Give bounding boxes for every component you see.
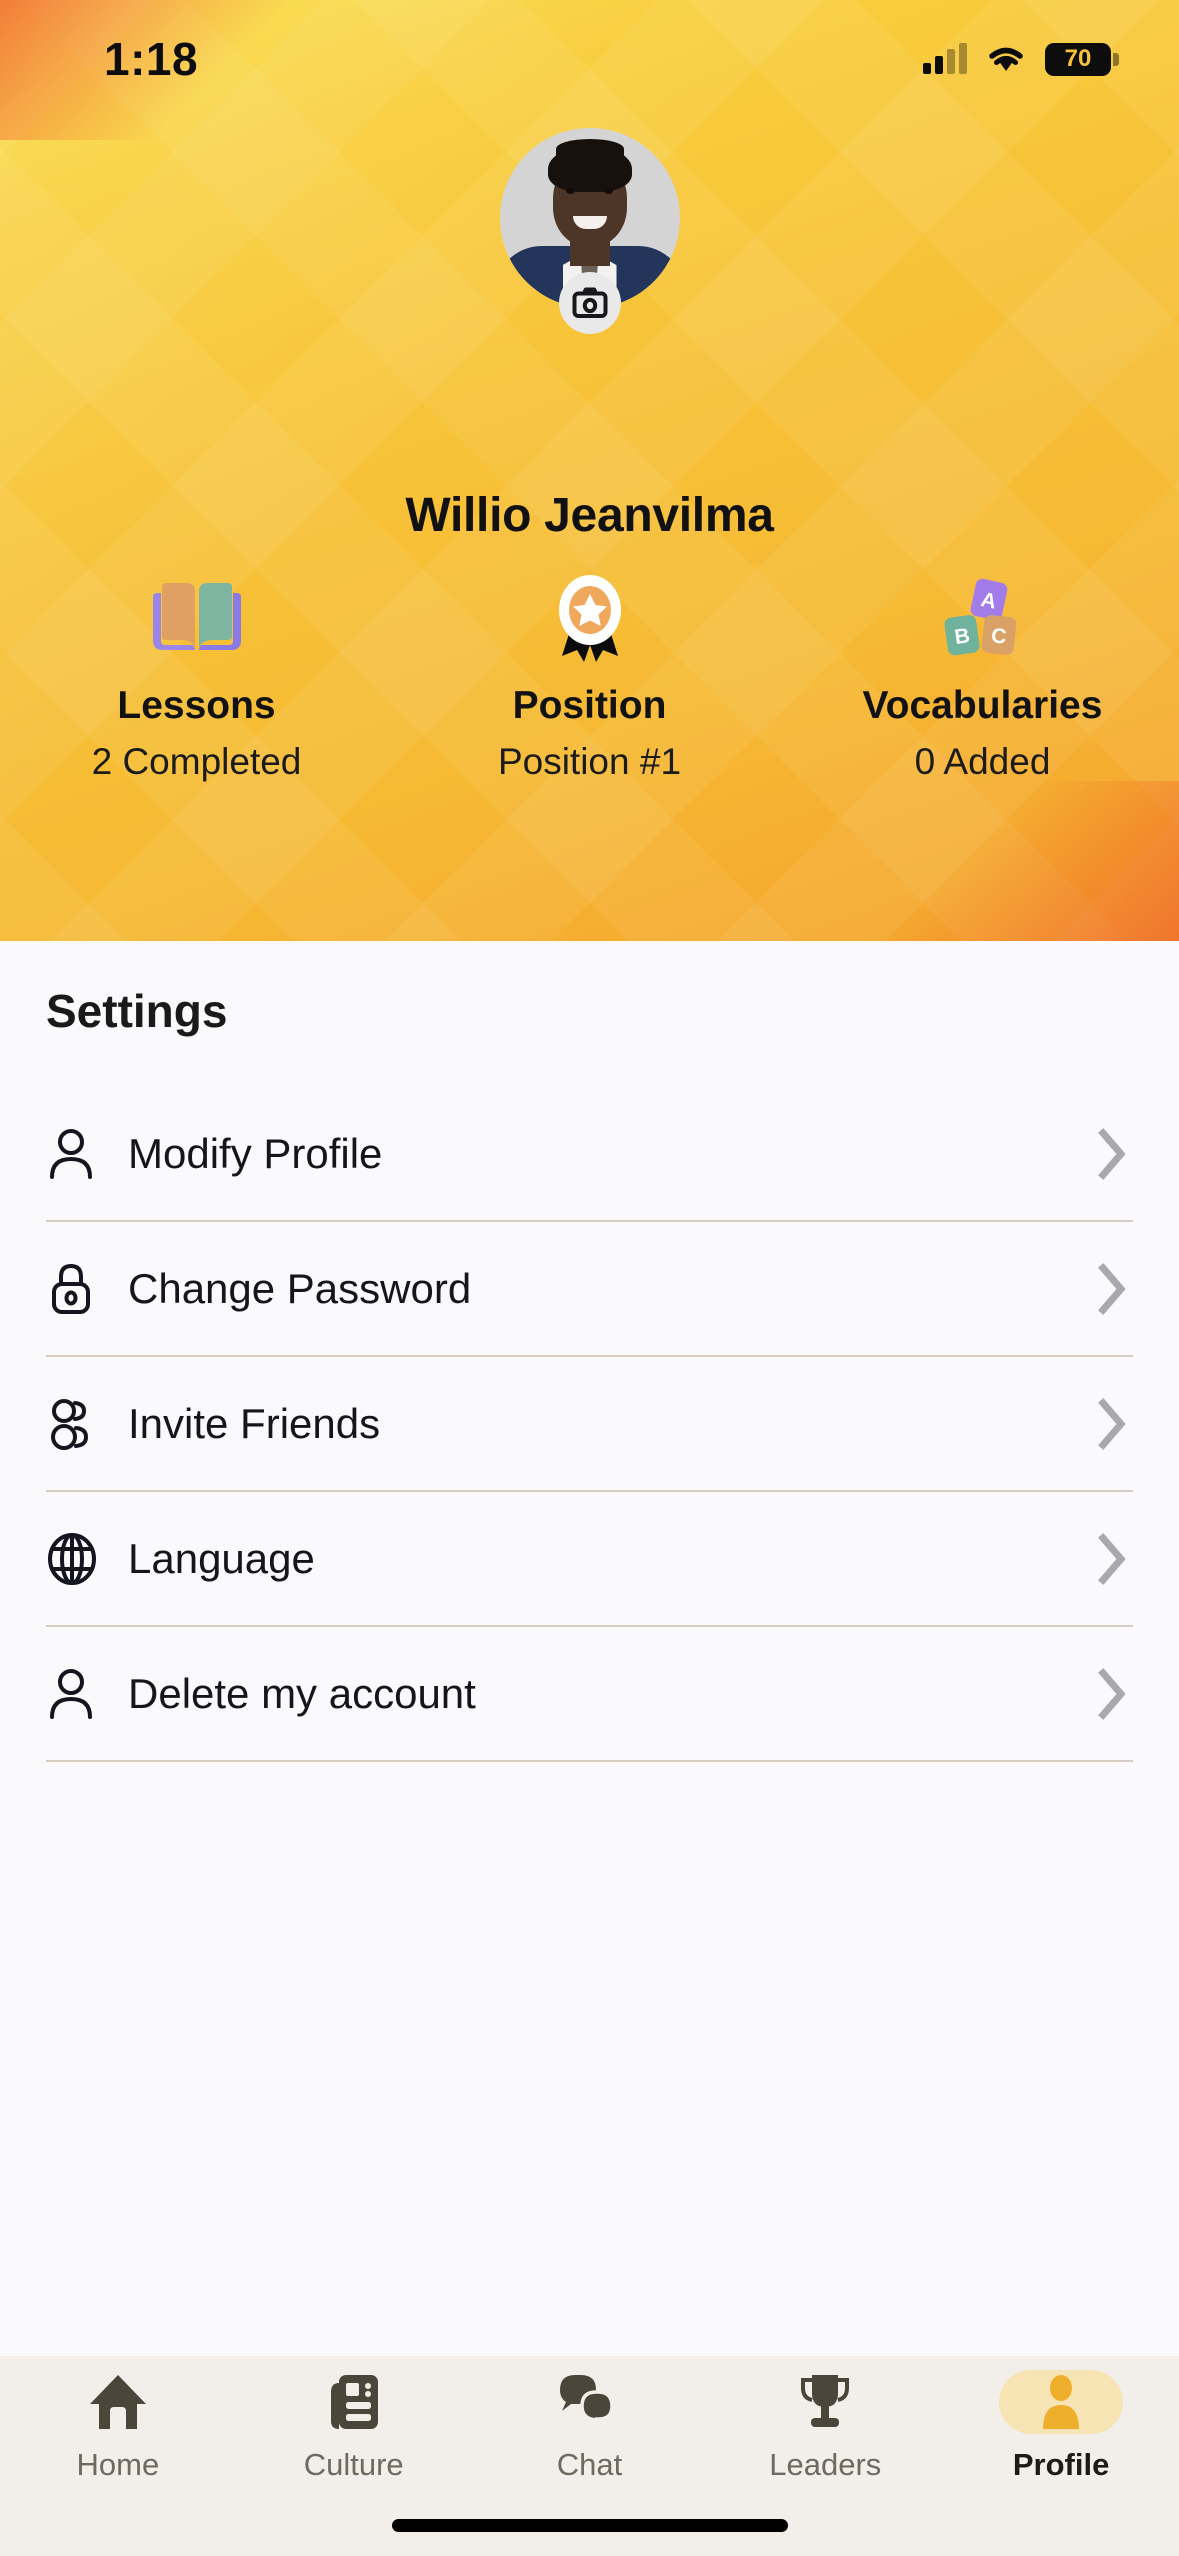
chat-bubbles-icon — [560, 2375, 615, 2429]
tab-profile[interactable]: Profile — [943, 2370, 1179, 2508]
status-bar: 1:18 70 — [0, 0, 1179, 118]
stat-label: Lessons — [117, 684, 276, 727]
list-divider — [46, 1760, 1133, 1762]
tab-label: Leaders — [769, 2447, 882, 2482]
medal-award-icon — [544, 570, 636, 666]
settings-item-modify-profile[interactable]: Modify Profile — [0, 1087, 1179, 1220]
cellular-signal-icon — [923, 43, 967, 74]
stat-position[interactable]: Position Position #1 — [393, 570, 786, 783]
trophy-icon — [801, 2375, 850, 2427]
avatar-eye-left — [565, 188, 575, 194]
battery-icon: 70 — [1045, 42, 1119, 76]
header-accent-bottom-right — [789, 781, 1179, 941]
avatar-hair — [547, 139, 632, 192]
chevron-right-icon[interactable] — [1091, 1262, 1133, 1315]
tab-culture[interactable]: Culture — [236, 2370, 472, 2508]
page-title: Willio Jeanvilma — [405, 489, 774, 542]
tab-label: Profile — [1012, 2447, 1110, 2482]
tab-list: Home Culture Chat Leaders Profile — [0, 2356, 1179, 2508]
tab-leaders[interactable]: Leaders — [707, 2370, 943, 2508]
stat-vocabularies[interactable]: A B C Vocabularies 0 Added — [786, 570, 1179, 783]
lock-icon — [46, 1262, 116, 1316]
battery-level: 70 — [1064, 45, 1092, 72]
globe-icon — [46, 1532, 116, 1586]
vocab-card-b-letter: B — [953, 624, 971, 649]
open-book-icon — [149, 570, 245, 666]
vocab-card-c-letter: C — [990, 624, 1007, 648]
tab-label: Home — [76, 2447, 160, 2482]
avatar-eye-right — [603, 188, 613, 194]
bottom-tab-bar: Home Culture Chat Leaders Profile — [0, 2356, 1179, 2556]
people-group-icon — [46, 1397, 116, 1451]
person-icon — [46, 1127, 116, 1181]
person-filled-icon — [1043, 2375, 1080, 2429]
person-icon — [46, 1667, 116, 1721]
chevron-right-icon[interactable] — [1091, 1532, 1133, 1585]
wifi-icon — [989, 47, 1023, 71]
stat-label: Vocabularies — [862, 684, 1103, 727]
tab-active-pill — [999, 2370, 1124, 2434]
settings-item-delete-account[interactable]: Delete my account — [0, 1627, 1179, 1760]
tab-home[interactable]: Home — [0, 2370, 236, 2508]
chevron-right-icon[interactable] — [1091, 1397, 1133, 1450]
chevron-right-icon[interactable] — [1091, 1667, 1133, 1720]
home-icon — [89, 2375, 146, 2429]
stat-lessons[interactable]: Lessons 2 Completed — [0, 570, 393, 783]
status-time: 1:18 — [104, 33, 199, 85]
stat-value: 2 Completed — [91, 741, 302, 782]
stat-label: Position — [512, 684, 667, 727]
home-indicator[interactable] — [391, 2519, 788, 2532]
tab-label: Chat — [556, 2447, 623, 2482]
settings-item-change-password[interactable]: Change Password — [0, 1222, 1179, 1355]
settings-list: Modify Profile Change Password Invite Fr… — [0, 1087, 1179, 1762]
chevron-right-icon[interactable] — [1091, 1127, 1133, 1180]
camera-icon[interactable] — [558, 272, 621, 334]
settings-item-invite-friends[interactable]: Invite Friends — [0, 1357, 1179, 1490]
profile-stats: Lessons 2 Completed Position Position #1… — [0, 570, 1179, 783]
stat-value: Position #1 — [497, 741, 682, 782]
settings-item-label: Change Password — [128, 1264, 472, 1312]
newspaper-icon — [330, 2375, 378, 2429]
settings-item-language[interactable]: Language — [0, 1492, 1179, 1625]
settings-heading: Settings — [46, 985, 228, 1037]
vocabulary-cards-icon: A B C — [937, 570, 1029, 666]
stat-value: 0 Added — [914, 741, 1051, 782]
settings-item-label: Language — [128, 1534, 315, 1582]
settings-item-label: Modify Profile — [128, 1129, 383, 1177]
tab-chat[interactable]: Chat — [472, 2370, 708, 2508]
status-indicators: 70 — [923, 42, 1119, 76]
tab-label: Culture — [303, 2447, 404, 2482]
settings-item-label: Delete my account — [128, 1669, 476, 1717]
settings-item-label: Invite Friends — [128, 1399, 381, 1447]
avatar-container[interactable] — [499, 128, 680, 334]
